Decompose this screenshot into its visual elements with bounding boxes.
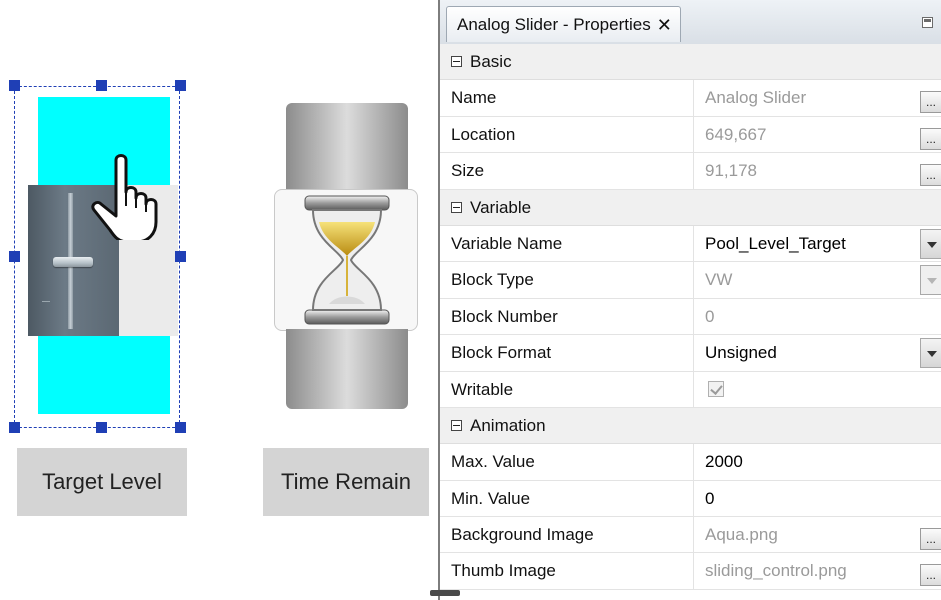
category-basic[interactable]: Basic	[440, 44, 941, 81]
property-row-block-format[interactable]: Block Format Unsigned	[440, 335, 941, 372]
property-value[interactable]: 0	[705, 481, 910, 517]
property-label: Name	[440, 80, 694, 116]
ellipsis-icon[interactable]: ...	[920, 127, 941, 150]
resize-handle-top[interactable]	[96, 80, 107, 91]
property-label: Writable	[440, 371, 694, 407]
hourglass-widget[interactable]	[274, 103, 420, 409]
property-label: Block Format	[440, 335, 694, 371]
property-row-location[interactable]: Location 649,667 ...	[440, 116, 941, 154]
property-label: Location	[440, 116, 694, 153]
panel-header: Analog Slider - Properties ✕	[440, 0, 941, 45]
tab-title: Analog Slider - Properties	[457, 14, 651, 34]
category-label: Basic	[470, 52, 512, 71]
time-remain-caption[interactable]: Time Remain	[263, 448, 429, 516]
property-value: Aqua.png	[705, 525, 778, 545]
dropdown-arrow-icon	[920, 265, 941, 296]
checkbox-icon[interactable]	[708, 380, 724, 397]
property-row-background-image[interactable]: Background Image Aqua.png ...	[440, 517, 941, 554]
property-row-block-number[interactable]: Block Number 0	[440, 298, 941, 336]
property-value[interactable]: Unsigned	[705, 335, 910, 371]
hourglass-icon	[304, 195, 390, 325]
minimize-icon[interactable]	[922, 17, 933, 28]
property-label: Block Number	[440, 298, 694, 335]
hourglass-strap-bottom	[286, 329, 408, 409]
hourglass-strap-top	[286, 103, 408, 189]
dropdown-arrow-icon[interactable]	[920, 228, 941, 259]
collapse-icon[interactable]	[451, 419, 462, 431]
ellipsis-icon[interactable]: ...	[920, 164, 941, 187]
property-label: Min. Value	[440, 480, 694, 517]
close-icon[interactable]: ✕	[657, 16, 672, 34]
property-label: Max. Value	[440, 444, 694, 480]
scrollbar-thumb[interactable]	[430, 590, 460, 596]
ellipsis-icon[interactable]: ...	[920, 528, 941, 551]
property-row-max-value[interactable]: Max. Value 2000	[440, 444, 941, 481]
properties-panel: Analog Slider - Properties ✕ Basic Name …	[438, 0, 941, 600]
collapse-icon[interactable]	[451, 56, 462, 67]
property-row-thumb-image[interactable]: Thumb Image sliding_control.png ...	[440, 553, 941, 590]
category-animation[interactable]: Animation	[440, 407, 941, 445]
property-label: Block Type	[440, 262, 694, 298]
dropdown-arrow-icon[interactable]	[920, 338, 941, 369]
property-value: 0	[705, 306, 715, 326]
target-level-caption[interactable]: Target Level	[17, 448, 187, 516]
property-label: Size	[440, 153, 694, 189]
resize-handle-top-right[interactable]	[175, 80, 186, 91]
property-value: 91,178	[705, 161, 757, 181]
resize-handle-bottom[interactable]	[96, 422, 107, 433]
property-grid: Basic Name Analog Slider ... Location 64…	[440, 44, 941, 590]
design-canvas: Target Level Time Remain	[0, 0, 440, 600]
resize-handle-bottom-right[interactable]	[175, 422, 186, 433]
tab-properties[interactable]: Analog Slider - Properties ✕	[446, 6, 681, 42]
property-label: Variable Name	[440, 225, 694, 262]
ellipsis-icon[interactable]: ...	[920, 564, 941, 587]
ellipsis-icon[interactable]: ...	[920, 91, 941, 114]
property-row-block-type[interactable]: Block Type VW	[440, 262, 941, 299]
property-label: Background Image	[440, 517, 694, 553]
resize-handle-top-left[interactable]	[9, 80, 20, 91]
property-value: sliding_control.png	[705, 561, 847, 581]
property-row-writable[interactable]: Writable	[440, 371, 941, 408]
property-value[interactable]: Pool_Level_Target	[705, 226, 910, 262]
resize-handle-left[interactable]	[9, 251, 20, 262]
hourglass-face	[274, 189, 418, 331]
resize-handle-right[interactable]	[175, 251, 186, 262]
collapse-icon[interactable]	[451, 201, 462, 213]
property-label: Thumb Image	[440, 553, 694, 589]
category-variable[interactable]: Variable	[440, 189, 941, 226]
property-row-size[interactable]: Size 91,178 ...	[440, 153, 941, 190]
property-row-name[interactable]: Name Analog Slider ...	[440, 80, 941, 117]
category-label: Variable	[470, 197, 532, 217]
selection-frame	[14, 86, 180, 428]
property-value: VW	[705, 270, 733, 290]
property-value[interactable]: 2000	[705, 444, 910, 480]
category-label: Animation	[470, 415, 546, 435]
resize-handle-bottom-left[interactable]	[9, 422, 20, 433]
property-row-min-value[interactable]: Min. Value 0	[440, 480, 941, 518]
property-value: Analog Slider	[705, 88, 807, 108]
property-value: 649,667	[705, 124, 767, 144]
property-row-variable-name[interactable]: Variable Name Pool_Level_Target	[440, 225, 941, 263]
